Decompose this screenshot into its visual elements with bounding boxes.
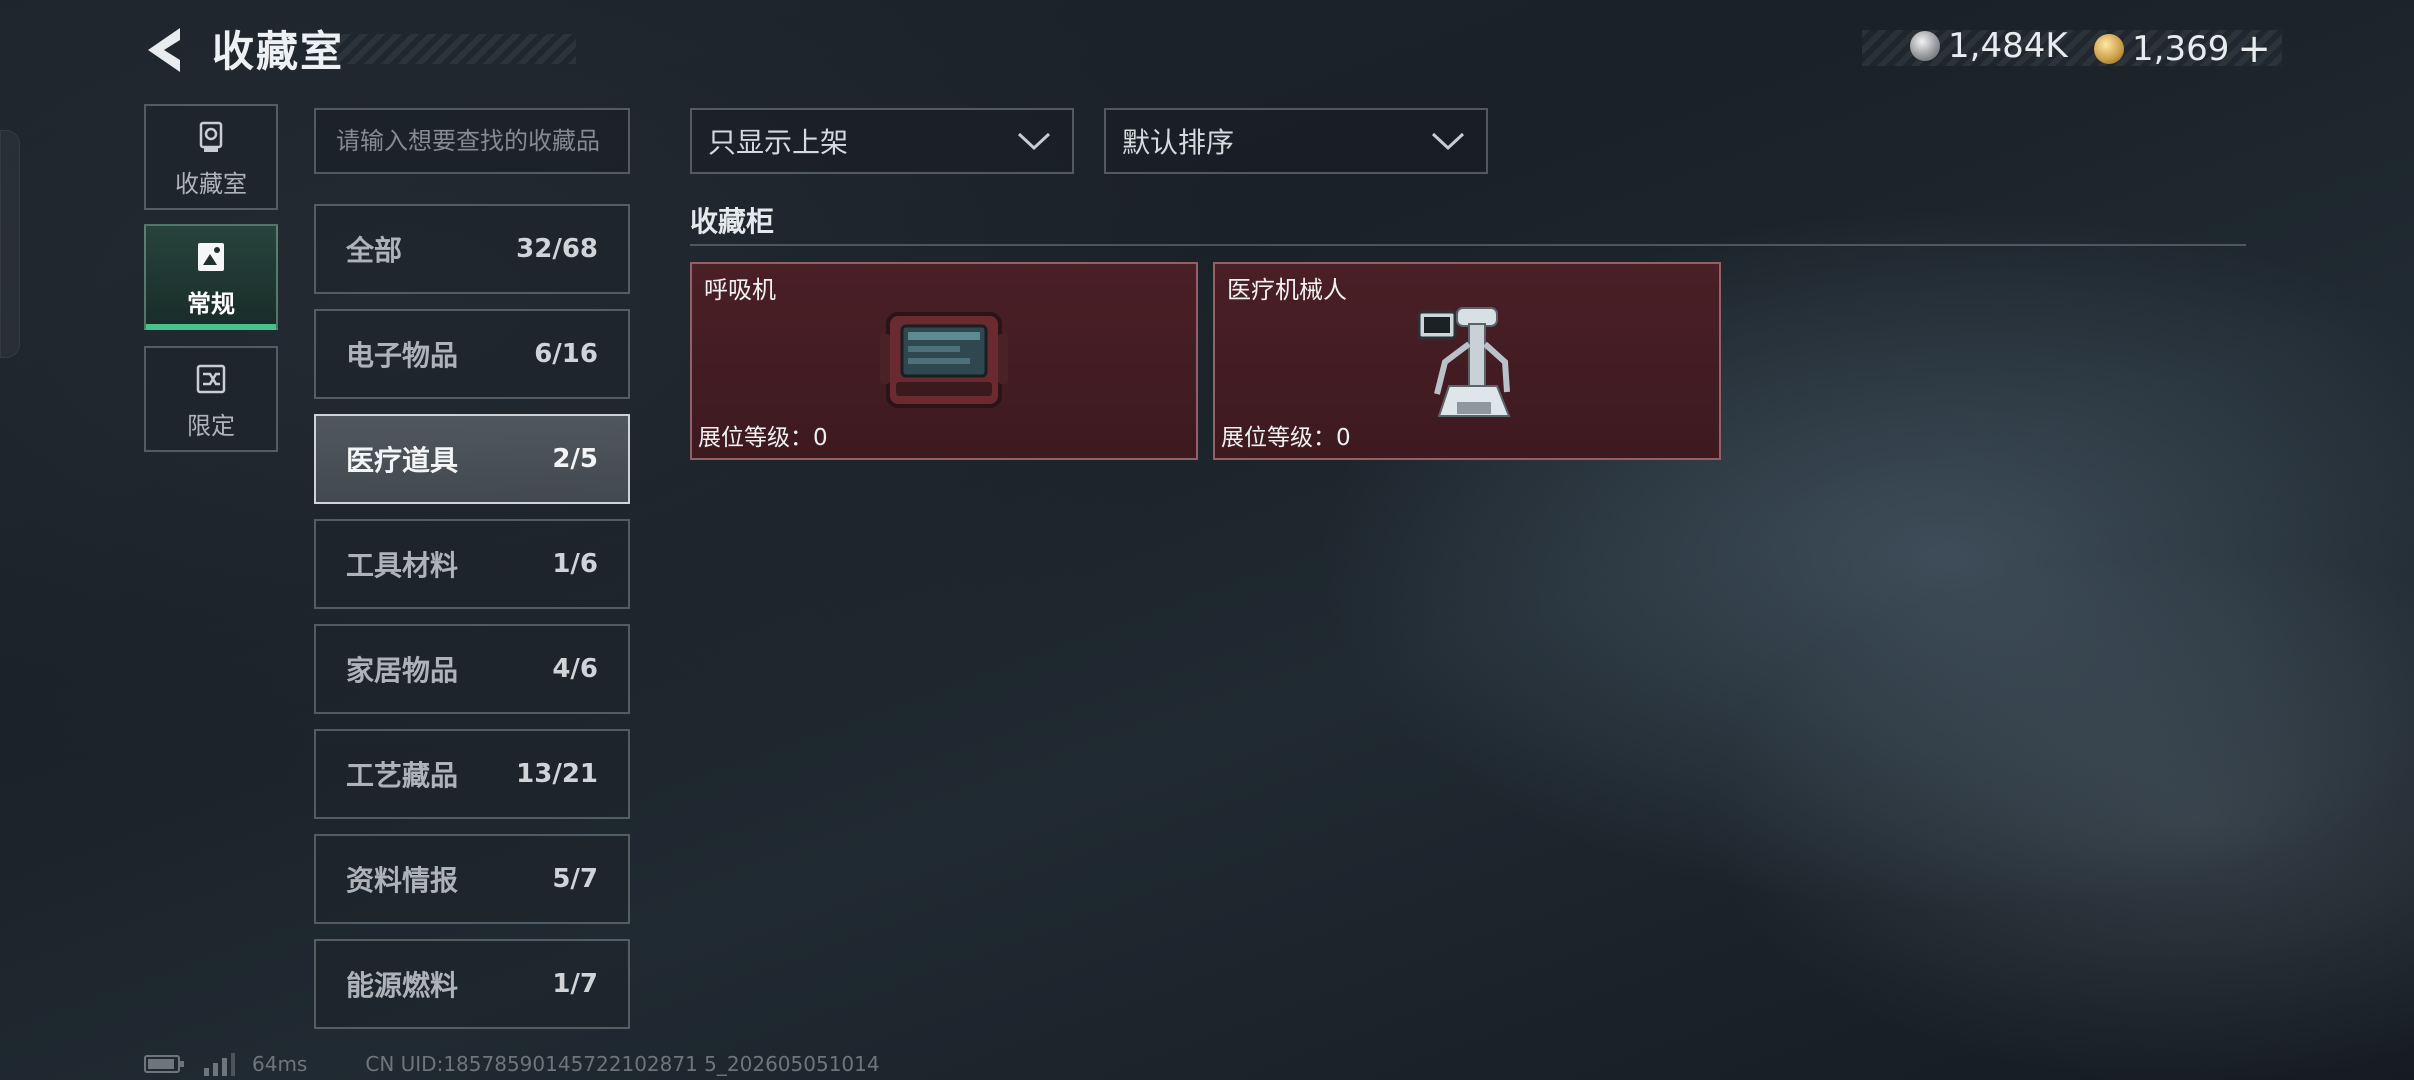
level-value: 0 (1336, 425, 1351, 451)
category-count: 1/6 (552, 549, 598, 579)
category-item-tools[interactable]: 工具材料 1/6 (314, 519, 630, 609)
item-level: 展位等级：0 (698, 418, 828, 452)
gold-amount: 1,369 (2132, 29, 2230, 69)
trophy-icon (199, 121, 223, 152)
chevron-down-icon (1431, 132, 1465, 151)
side-tab-label: 收藏室 (175, 170, 247, 198)
side-tab-collection-room[interactable]: 收藏室 (144, 104, 278, 210)
category-item-all[interactable]: 全部 32/68 (314, 204, 630, 294)
signal-icon (204, 1053, 235, 1076)
category-label: 工具材料 (346, 549, 459, 582)
category-item-electronics[interactable]: 电子物品 6/16 (314, 309, 630, 399)
battery-icon (144, 1055, 184, 1073)
title-decoration (326, 34, 576, 64)
item-name: 呼吸机 (704, 276, 776, 304)
section-title: 收藏柜 (690, 205, 775, 238)
category-label: 家居物品 (346, 654, 459, 687)
side-tab-label: 常规 (187, 290, 235, 318)
category-item-fuel[interactable]: 能源燃料 1/7 (314, 939, 630, 1029)
category-count: 1/7 (552, 969, 598, 999)
category-item-intel[interactable]: 资料情报 5/7 (314, 834, 630, 924)
category-label: 电子物品 (346, 339, 459, 372)
category-count: 6/16 (534, 339, 598, 369)
chevron-down-icon (1017, 132, 1051, 151)
dropdown-value: 只显示上架 (708, 126, 849, 159)
active-tab-indicator (146, 324, 276, 330)
category-label: 工艺藏品 (346, 759, 459, 792)
category-count: 13/21 (516, 759, 598, 789)
silver-amount: 1,484K (1948, 26, 2068, 66)
medical-robot-icon (1417, 307, 1511, 417)
item-name: 医疗机械人 (1227, 276, 1347, 304)
side-tab-regular[interactable]: 常规 (144, 224, 278, 330)
silver-coin-icon (1910, 31, 1940, 61)
category-label: 医疗道具 (346, 444, 459, 477)
category-item-medical[interactable]: 医疗道具 2/5 (314, 414, 630, 504)
currency-silver: 1,484K (1910, 26, 2068, 66)
category-item-crafts[interactable]: 工艺藏品 13/21 (314, 729, 630, 819)
category-count: 32/68 (516, 234, 598, 264)
back-button[interactable] (140, 22, 200, 78)
uid-text: CN UID:18578590145722102871 5_2026050510… (365, 1052, 880, 1076)
shuffle-card-icon (196, 364, 226, 394)
dropdown-value: 默认排序 (1122, 126, 1235, 159)
currency-gold: 1,369 + (2094, 26, 2271, 72)
side-tab-label: 限定 (187, 412, 235, 440)
category-count: 2/5 (552, 444, 598, 474)
collection-card-medical-robot[interactable]: 医疗机械人 展位等级：0 (1213, 262, 1721, 460)
page-title: 收藏室 (212, 27, 345, 76)
ping-text: 64ms (252, 1052, 308, 1076)
level-label: 展位等级： (1221, 425, 1336, 451)
shelf-filter-dropdown[interactable]: 只显示上架 (690, 108, 1074, 174)
category-item-household[interactable]: 家居物品 4/6 (314, 624, 630, 714)
category-count: 4/6 (552, 654, 598, 684)
picture-icon (198, 243, 224, 271)
gold-coin-icon (2094, 34, 2124, 64)
level-value: 0 (813, 425, 828, 451)
sort-dropdown[interactable]: 默认排序 (1104, 108, 1488, 174)
status-footer: 64ms CN UID:18578590145722102871 5_20260… (144, 1052, 880, 1076)
collection-card-ventilator[interactable]: 呼吸机 展位等级：0 (690, 262, 1198, 460)
side-tab-limited[interactable]: 限定 (144, 346, 278, 452)
category-label: 能源燃料 (346, 969, 459, 1002)
ventilator-icon (880, 312, 1008, 408)
category-count: 5/7 (552, 864, 598, 894)
level-label: 展位等级： (698, 425, 813, 451)
add-currency-button[interactable]: + (2237, 26, 2271, 72)
side-drawer-handle[interactable] (0, 130, 20, 358)
category-label: 资料情报 (346, 864, 459, 897)
section-divider (690, 244, 2246, 246)
search-input[interactable] (314, 108, 630, 174)
back-arrow-icon (148, 28, 180, 72)
item-level: 展位等级：0 (1221, 418, 1351, 452)
category-label: 全部 (346, 234, 403, 267)
